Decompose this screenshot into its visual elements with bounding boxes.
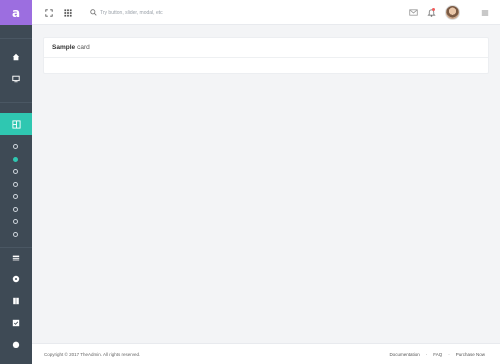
footer-separator: ·	[425, 351, 428, 357]
sidebar-divider	[0, 102, 32, 103]
mail-button[interactable]	[409, 8, 418, 17]
book-icon	[13, 297, 19, 305]
sidebar-item-disc[interactable]	[0, 272, 32, 286]
apps-grid-icon	[63, 8, 72, 17]
footer: Copyright © 2017 TheAdmin. All rights re…	[32, 343, 500, 364]
mail-icon	[409, 9, 418, 16]
card-title-bold: Sample	[52, 44, 76, 51]
sidebar-subitem[interactable]	[13, 144, 18, 149]
copyright-text: Copyright © 2017 TheAdmin. All rights re…	[44, 351, 141, 357]
checkbox-icon	[12, 319, 20, 327]
logo-letter: a	[11, 5, 21, 20]
chat-icon	[12, 341, 20, 349]
list-icon	[12, 255, 20, 261]
search-box	[90, 7, 190, 18]
sidebar-subitem[interactable]	[13, 182, 18, 187]
layout-icon	[11, 119, 21, 129]
sample-card: Sample card	[43, 37, 489, 74]
sidebar-subitem[interactable]	[13, 194, 18, 199]
notification-badge	[432, 8, 435, 11]
disc-icon	[12, 275, 20, 283]
sidebar-divider	[0, 38, 32, 39]
menu-icon	[481, 10, 488, 15]
search-icon	[90, 9, 97, 16]
logo[interactable]: a	[0, 0, 32, 25]
footer-separator: ·	[448, 351, 450, 357]
sidebar-item-home[interactable]	[0, 50, 32, 64]
avatar[interactable]	[445, 5, 460, 20]
sidebar-subitem[interactable]	[13, 169, 18, 174]
sidebar: a	[0, 0, 32, 364]
search-input[interactable]	[100, 9, 190, 16]
sidebar-subitem[interactable]	[13, 219, 18, 224]
fullscreen-icon	[44, 8, 53, 17]
sidebar-subitem[interactable]	[13, 232, 18, 237]
home-icon	[12, 53, 20, 61]
fullscreen-button[interactable]	[44, 8, 53, 17]
sidebar-subitem[interactable]	[13, 207, 18, 212]
sidebar-item-book[interactable]	[0, 294, 32, 308]
sidebar-item-list[interactable]	[0, 251, 32, 265]
apps-grid-button[interactable]	[63, 8, 72, 17]
card-title-rest: card	[77, 44, 90, 51]
sidebar-divider	[0, 247, 32, 248]
footer-link-purchase[interactable]: Purchase Now	[456, 352, 485, 357]
footer-link-documentation[interactable]: Documentation	[389, 352, 419, 357]
monitor-icon	[12, 75, 20, 83]
topbar	[32, 0, 500, 25]
sidebar-item-layout-active[interactable]	[0, 113, 32, 135]
sidebar-item-monitor[interactable]	[0, 72, 32, 86]
menu-button[interactable]	[480, 8, 489, 17]
sidebar-item-chat[interactable]	[0, 338, 32, 352]
footer-link-faq[interactable]: FAQ	[433, 352, 442, 357]
footer-links: Documentation · FAQ · Purchase Now	[389, 352, 485, 357]
sidebar-subitem-active[interactable]	[13, 157, 18, 162]
sidebar-item-checkbox[interactable]	[0, 316, 32, 330]
card-header: Sample card	[44, 38, 488, 58]
